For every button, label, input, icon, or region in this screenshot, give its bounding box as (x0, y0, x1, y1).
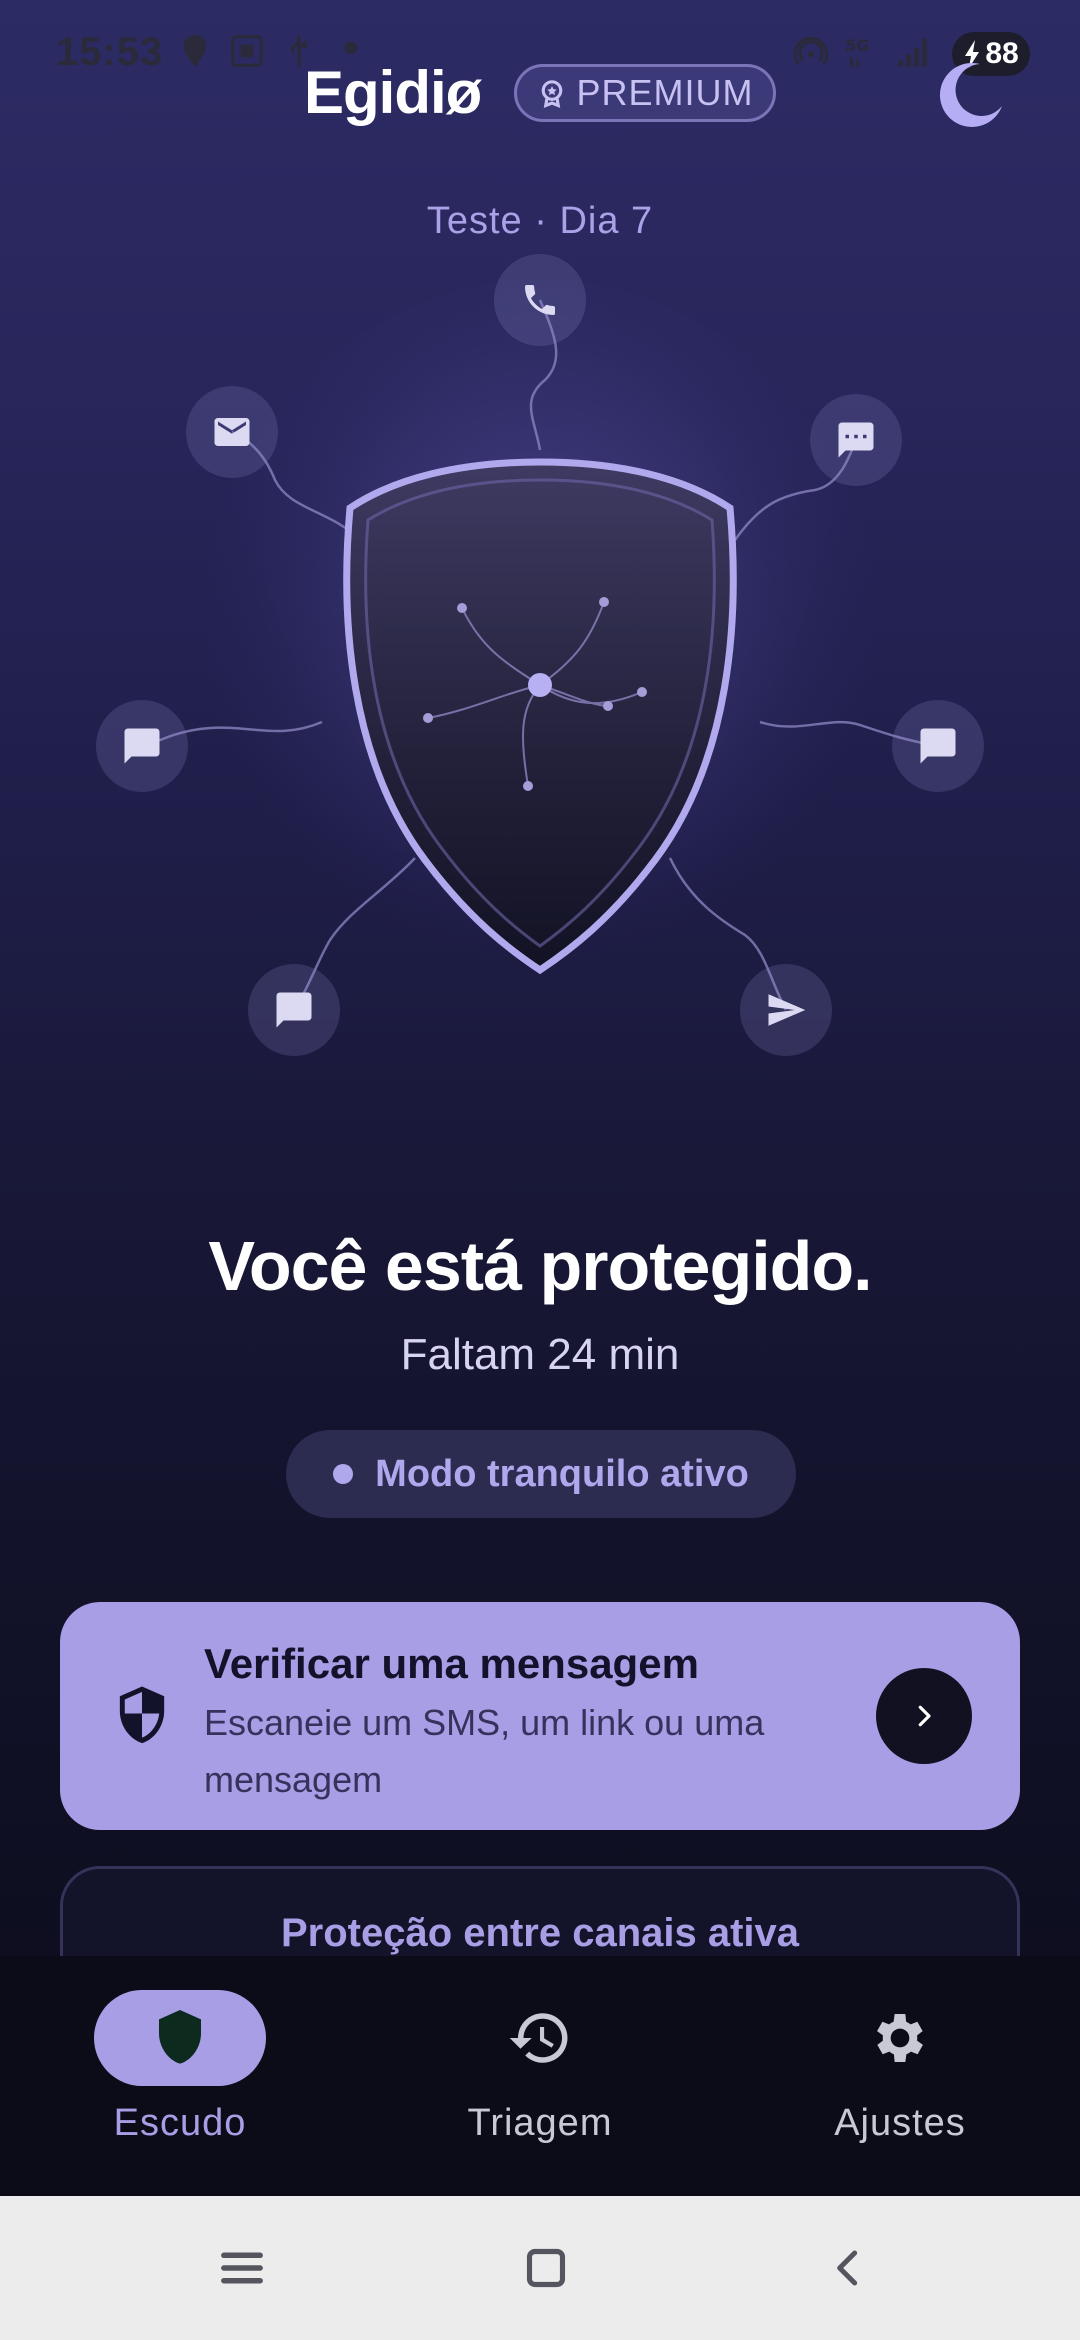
quiet-mode-label: Modo tranquilo ativo (375, 1452, 749, 1495)
cross-channel-title: Proteção entre canais ativa (280, 1911, 800, 1955)
nav-icon-wrap (454, 1990, 626, 2086)
trial-label: Teste · Dia 7 (426, 200, 654, 242)
send-icon (768, 994, 806, 1026)
channel-node-mail (186, 386, 278, 478)
premium-badge[interactable]: PREMIUM (514, 64, 776, 122)
back-button[interactable] (818, 2238, 878, 2298)
premium-label: PREMIUM (576, 72, 754, 113)
message-icon (124, 728, 160, 764)
home-button[interactable] (516, 2238, 576, 2298)
nav-icon-wrap (814, 1990, 986, 2086)
chevron-right-icon (918, 1705, 931, 1727)
shield-hero (0, 240, 1080, 1120)
screenshot-icon (231, 35, 263, 67)
verify-title: Verificar uma mensagem (204, 1640, 699, 1687)
nav-label-triagem: Triagem (467, 2102, 613, 2144)
chat-dots-icon (838, 422, 874, 458)
shield-screen: 15:53 5G 88 Egidiø PREMIUM Teste · Dia 7 (0, 0, 1080, 1956)
app-title: Egidiø (304, 59, 482, 126)
phone-icon (525, 285, 555, 315)
message-icon (276, 992, 312, 1028)
verify-arrow-button[interactable] (876, 1668, 972, 1764)
hotspot-icon (793, 36, 829, 65)
protected-title: Você está protegido. (208, 1227, 872, 1305)
cross-channel-card[interactable]: Proteção entre canais ativa (60, 1866, 1020, 1956)
channel-node-chat (810, 394, 902, 486)
verify-message-card[interactable]: Verificar uma mensagem Escaneie um SMS, … (60, 1602, 1020, 1830)
recents-button[interactable] (212, 2238, 272, 2298)
history-icon (509, 2013, 568, 2063)
nav-item-ajustes[interactable]: Ajustes (720, 1956, 1080, 2196)
shield-check-icon (119, 1686, 165, 1744)
message-icon (920, 728, 956, 764)
time-left: Faltam 24 min (400, 1330, 680, 1379)
nav-active-indicator (94, 1990, 266, 2086)
svg-text:5G: 5G (845, 36, 869, 55)
bottom-nav: Escudo Triagem Ajustes (0, 1956, 1080, 2196)
status-time: 15:53 (56, 30, 164, 74)
channel-node-send (740, 964, 832, 1056)
quiet-mode-pill[interactable]: Modo tranquilo ativo (286, 1430, 796, 1518)
signal-icon (898, 38, 927, 67)
chevron-left-icon (837, 2250, 858, 2286)
mail-icon (214, 418, 250, 446)
channel-node-message-left (96, 700, 188, 792)
square-icon (526, 2248, 566, 2288)
status-system-icons: 5G (792, 32, 930, 70)
mode-status-dot (333, 1464, 354, 1484)
system-nav-bar (0, 2196, 1080, 2340)
award-icon (541, 80, 562, 108)
nav-item-escudo[interactable]: Escudo (0, 1956, 360, 2196)
moon-icon[interactable] (936, 60, 1004, 128)
nav-label-ajustes: Ajustes (834, 2102, 966, 2144)
shield-illustration (141, 280, 939, 1011)
verify-description: Escaneie um SMS, um link ou uma mensagem (204, 1702, 765, 1800)
channel-node-message-right (892, 700, 984, 792)
shield-icon (159, 2010, 201, 2064)
network-5g-icon: 5G (845, 36, 869, 67)
location-icon (183, 35, 207, 67)
channel-node-phone (494, 254, 586, 346)
nav-label-escudo: Escudo (113, 2102, 247, 2144)
channel-node-message-bottom (248, 964, 340, 1056)
menu-icon (221, 2252, 263, 2284)
nav-item-triagem[interactable]: Triagem (360, 1956, 720, 2196)
gear-icon (877, 2014, 923, 2062)
